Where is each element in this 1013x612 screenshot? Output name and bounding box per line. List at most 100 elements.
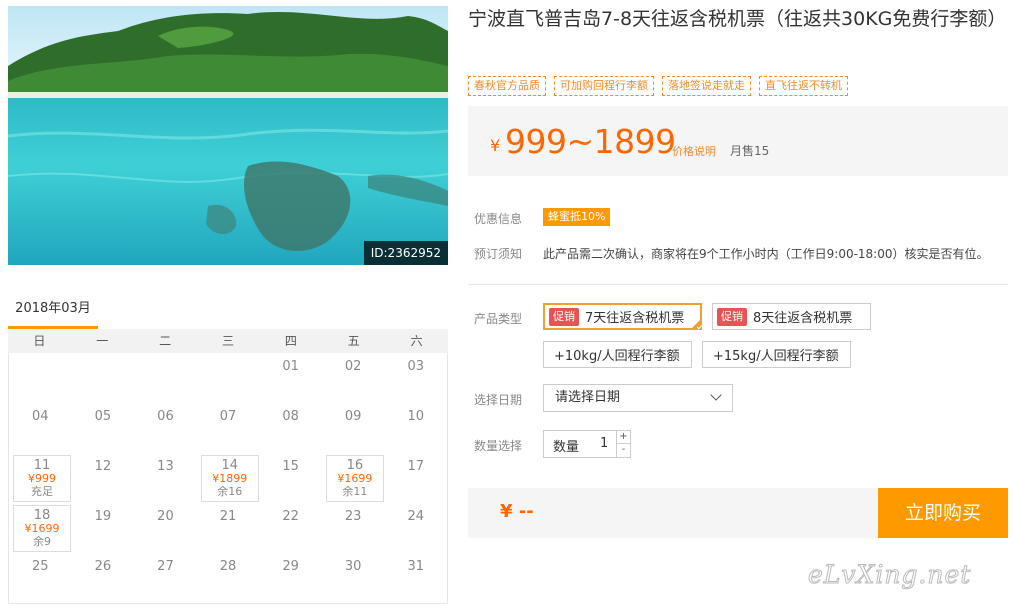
weekday-label: 五 — [347, 334, 360, 348]
calendar-day: 03 — [384, 353, 447, 403]
calendar-day: 20 — [134, 503, 197, 553]
calendar-day-box[interactable]: 16 ¥1699 余11 — [325, 455, 384, 502]
calendar-day: 01 — [259, 353, 322, 403]
addon-option-15kg[interactable]: +15kg/人回程行李额 — [702, 341, 851, 368]
calendar-day-number: 29 — [282, 559, 299, 574]
calendar-day: 24 — [384, 503, 447, 553]
calendar-day-number — [134, 353, 197, 359]
watermark: eLvXing.net — [807, 560, 972, 590]
calendar-day: 06 — [134, 403, 197, 453]
product-type-label: 产品类型 — [474, 312, 523, 326]
discount-label: 优惠信息 — [474, 212, 523, 226]
calendar-week-row: 01 02 03 — [9, 353, 447, 403]
calendar-day-box[interactable]: 14 ¥1899 余16 — [200, 455, 259, 502]
calendar-day: 05 — [72, 403, 135, 453]
buy-bar: ¥ -- 立即购买 — [468, 488, 1008, 538]
weekday-label: 日 — [33, 334, 46, 348]
calendar-day: 19 — [72, 503, 135, 553]
selected-check-icon — [691, 319, 701, 329]
date-label: 选择日期 — [474, 393, 523, 407]
calendar-day-available[interactable]: 16 ¥1699 余11 — [322, 453, 385, 503]
calendar-day: 12 — [72, 453, 135, 503]
product-title: 宁波直飞普吉岛7-8天往返含税机票（往返共30KG免费行李额） — [468, 8, 1007, 30]
calendar-day-number: 24 — [407, 509, 425, 524]
calendar-week-row: 18 ¥1699 余9 19 20 21 22 23 24 — [9, 503, 447, 553]
calendar-day: 30 — [322, 553, 385, 603]
calendar-day-price: ¥1899 — [212, 472, 248, 485]
calendar-day — [134, 353, 197, 403]
calendar-day-number: 23 — [344, 509, 362, 524]
quantity-value[interactable]: 1 — [600, 436, 608, 451]
calendar-weekday-header: 日一二三四五六 — [8, 329, 448, 353]
calendar-day-number: 05 — [94, 409, 112, 424]
notice-label: 预订须知 — [474, 247, 523, 261]
calendar-day-number: 19 — [94, 509, 112, 524]
calendar-day-available[interactable]: 11 ¥999 充足 — [9, 453, 72, 503]
calendar-day-number: 25 — [32, 559, 49, 574]
calendar-month-tabs: 2018年03月 — [8, 294, 448, 329]
calendar-day: 09 — [322, 403, 385, 453]
buy-now-button[interactable]: 立即购买 — [878, 488, 1008, 538]
calendar-day-box[interactable]: 11 ¥999 充足 — [13, 455, 71, 502]
calendar-day-number: 12 — [94, 459, 112, 474]
calendar-day: 17 — [384, 453, 447, 503]
calendar-day-price: ¥1699 — [24, 522, 60, 535]
product-tag: 可加购回程行李额 — [554, 76, 654, 96]
calendar-day-number: 15 — [282, 459, 299, 474]
calendar-day-price: ¥1699 — [337, 472, 373, 485]
product-tag: 直飞往返不转机 — [759, 76, 848, 96]
calendar-month-tab[interactable]: 2018年03月 — [8, 294, 98, 329]
calendar-day-day: 18 — [33, 508, 51, 523]
weekday-label: 六 — [410, 334, 423, 348]
product-tags: 春秋官方品质 可加购回程行李额 落地签说走就走 直飞往返不转机 — [468, 76, 848, 96]
quantity-label: 数量选择 — [474, 439, 523, 453]
product-tag: 春秋官方品质 — [468, 76, 546, 96]
calendar-grid: 01 02 03 04 05 06 07 08 09 10 11 ¥999 充足 12 13 14 ¥1899 余… — [8, 353, 448, 604]
calendar-day — [197, 353, 260, 403]
calendar-day-number — [9, 353, 72, 359]
total-currency: ¥ — [500, 501, 513, 522]
calendar-day-number — [197, 353, 260, 359]
quantity-field-label: 数量 — [553, 440, 580, 455]
chevron-down-icon — [710, 389, 722, 401]
calendar-day-stock: 余16 — [217, 485, 243, 498]
calendar-day: 15 — [259, 453, 322, 503]
date-select[interactable]: 请选择日期 — [543, 384, 733, 412]
product-tag: 落地签说走就走 — [662, 76, 751, 96]
total-value: -- — [518, 501, 534, 522]
addon-option-10kg[interactable]: +10kg/人回程行李额 — [543, 341, 692, 368]
quantity-stepper[interactable]: 数量 1 + - — [543, 430, 631, 458]
image-id-label: ID:2362952 — [363, 241, 448, 265]
calendar-day-box[interactable]: 18 ¥1699 余9 — [13, 505, 71, 552]
notice-text: 此产品需二次确认，商家将在9个工作小时内（工作日9:00-18:00）核实是否有… — [543, 247, 989, 261]
calendar-day-number — [72, 353, 135, 359]
calendar-day: 22 — [259, 503, 322, 553]
quantity-increase-button[interactable]: + — [616, 431, 630, 444]
calendar-day-number: 04 — [32, 409, 49, 424]
quantity-decrease-button[interactable]: - — [616, 444, 630, 457]
calendar-day: 27 — [134, 553, 197, 603]
promo-badge: 促销 — [717, 307, 747, 326]
calendar-day: 07 — [197, 403, 260, 453]
beach-photo — [8, 6, 448, 265]
calendar-day-number: 27 — [157, 559, 174, 574]
calendar-day: 31 — [384, 553, 447, 603]
calendar-day-number: 20 — [157, 509, 174, 524]
weekday-label: 二 — [159, 334, 172, 348]
product-type-option-8day[interactable]: 促销 8天往返含税机票 — [712, 303, 871, 330]
calendar-day: 25 — [9, 553, 72, 603]
calendar-day-number: 22 — [282, 509, 299, 524]
promo-badge: 促销 — [549, 307, 579, 326]
calendar-day-available[interactable]: 14 ¥1899 余16 — [197, 453, 260, 503]
product-type-option-label: 8天往返含税机票 — [753, 311, 853, 326]
calendar-day: 02 — [322, 353, 385, 403]
calendar-day-number: 17 — [407, 459, 425, 474]
calendar-day: 21 — [197, 503, 260, 553]
product-type-option-7day[interactable]: 促销 7天往返含税机票 — [543, 303, 702, 330]
calendar-day-day: 16 — [346, 458, 364, 473]
calendar-day-number: 07 — [219, 409, 237, 424]
calendar-day-number: 08 — [282, 409, 299, 424]
calendar-day-available[interactable]: 18 ¥1699 余9 — [9, 503, 72, 553]
price-note-link[interactable]: 价格说明 — [672, 143, 716, 159]
price-currency: ¥ — [490, 136, 501, 155]
